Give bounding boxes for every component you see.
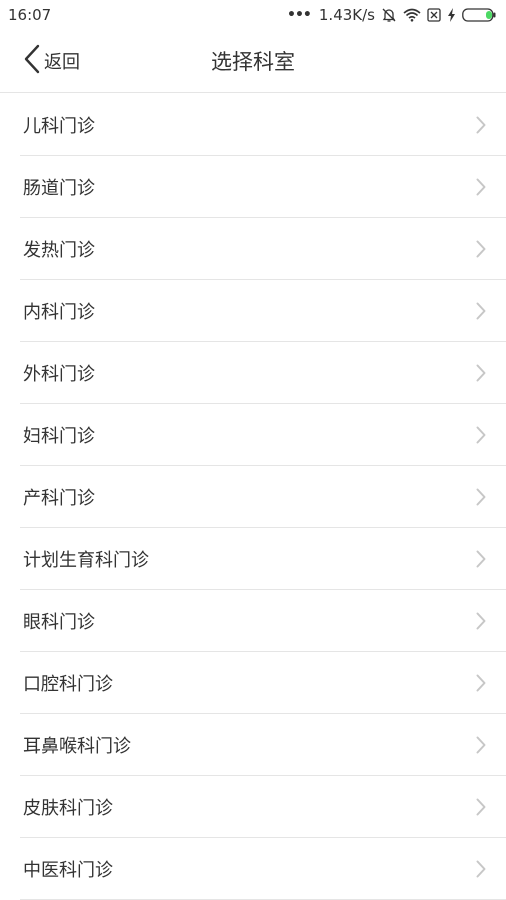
list-item[interactable]: 眼科门诊 (20, 590, 506, 652)
list-item-label: 发热门诊 (23, 239, 95, 261)
list-item-label: 产科门诊 (23, 487, 95, 509)
list-item[interactable]: 肠道门诊 (20, 156, 506, 218)
list-item[interactable]: 外科门诊 (20, 342, 506, 404)
chevron-right-icon (476, 488, 486, 505)
chevron-right-icon (476, 302, 486, 319)
nav-bar: 返回 选择科室 (0, 30, 506, 93)
chevron-right-icon (476, 674, 486, 691)
list-item[interactable]: 产科门诊 (20, 466, 506, 528)
status-bar: 16:07 ••• 1.43K/s (0, 0, 506, 30)
mute-bell-icon (381, 7, 397, 23)
list-item[interactable]: 内科门诊 (20, 280, 506, 342)
wifi-icon (403, 8, 421, 22)
charging-icon (447, 8, 456, 22)
chevron-right-icon (476, 364, 486, 381)
back-button[interactable]: 返回 (22, 44, 80, 78)
list-item[interactable]: 计划生育科门诊 (20, 528, 506, 590)
list-item[interactable]: 发热门诊 (20, 218, 506, 280)
network-speed: 1.43K/s (318, 6, 375, 24)
status-icons: ••• 1.43K/s (287, 6, 496, 24)
status-time: 16:07 (8, 6, 52, 24)
list-item-label: 内科门诊 (23, 301, 95, 323)
back-label: 返回 (44, 52, 80, 73)
list-item-label: 皮肤科门诊 (23, 797, 113, 819)
list-item-label: 儿科门诊 (23, 115, 95, 137)
list-item-label: 妇科门诊 (23, 425, 95, 447)
sim-x-icon (427, 8, 441, 22)
list-item-label: 中医科门诊 (23, 859, 113, 881)
list-item-label: 计划生育科门诊 (23, 549, 149, 571)
chevron-right-icon (476, 736, 486, 753)
chevron-right-icon (476, 612, 486, 629)
chevron-left-icon (22, 44, 42, 78)
list-item[interactable]: 中医科门诊 (20, 838, 506, 900)
chevron-right-icon (476, 116, 486, 133)
chevron-right-icon (476, 426, 486, 443)
battery-icon (462, 8, 496, 22)
list-item-label: 眼科门诊 (23, 611, 95, 633)
list-item-label: 肠道门诊 (23, 177, 95, 199)
chevron-right-icon (476, 178, 486, 195)
list-item-label: 口腔科门诊 (23, 673, 113, 695)
chevron-right-icon (476, 798, 486, 815)
chevron-right-icon (476, 240, 486, 257)
list-item[interactable]: 耳鼻喉科门诊 (20, 714, 506, 776)
list-item[interactable]: 儿科门诊 (20, 94, 506, 156)
list-item[interactable]: 妇科门诊 (20, 404, 506, 466)
list-item[interactable]: 皮肤科门诊 (20, 776, 506, 838)
list-item[interactable]: 口腔科门诊 (20, 652, 506, 714)
chevron-right-icon (476, 860, 486, 877)
list-item-label: 外科门诊 (23, 363, 95, 385)
list-item-label: 耳鼻喉科门诊 (23, 735, 131, 757)
department-list: 儿科门诊 肠道门诊 发热门诊 内科门诊 外科门诊 妇科门诊 产科门诊 计划生育科… (0, 94, 506, 900)
chevron-right-icon (476, 550, 486, 567)
more-dots: ••• (287, 7, 312, 23)
